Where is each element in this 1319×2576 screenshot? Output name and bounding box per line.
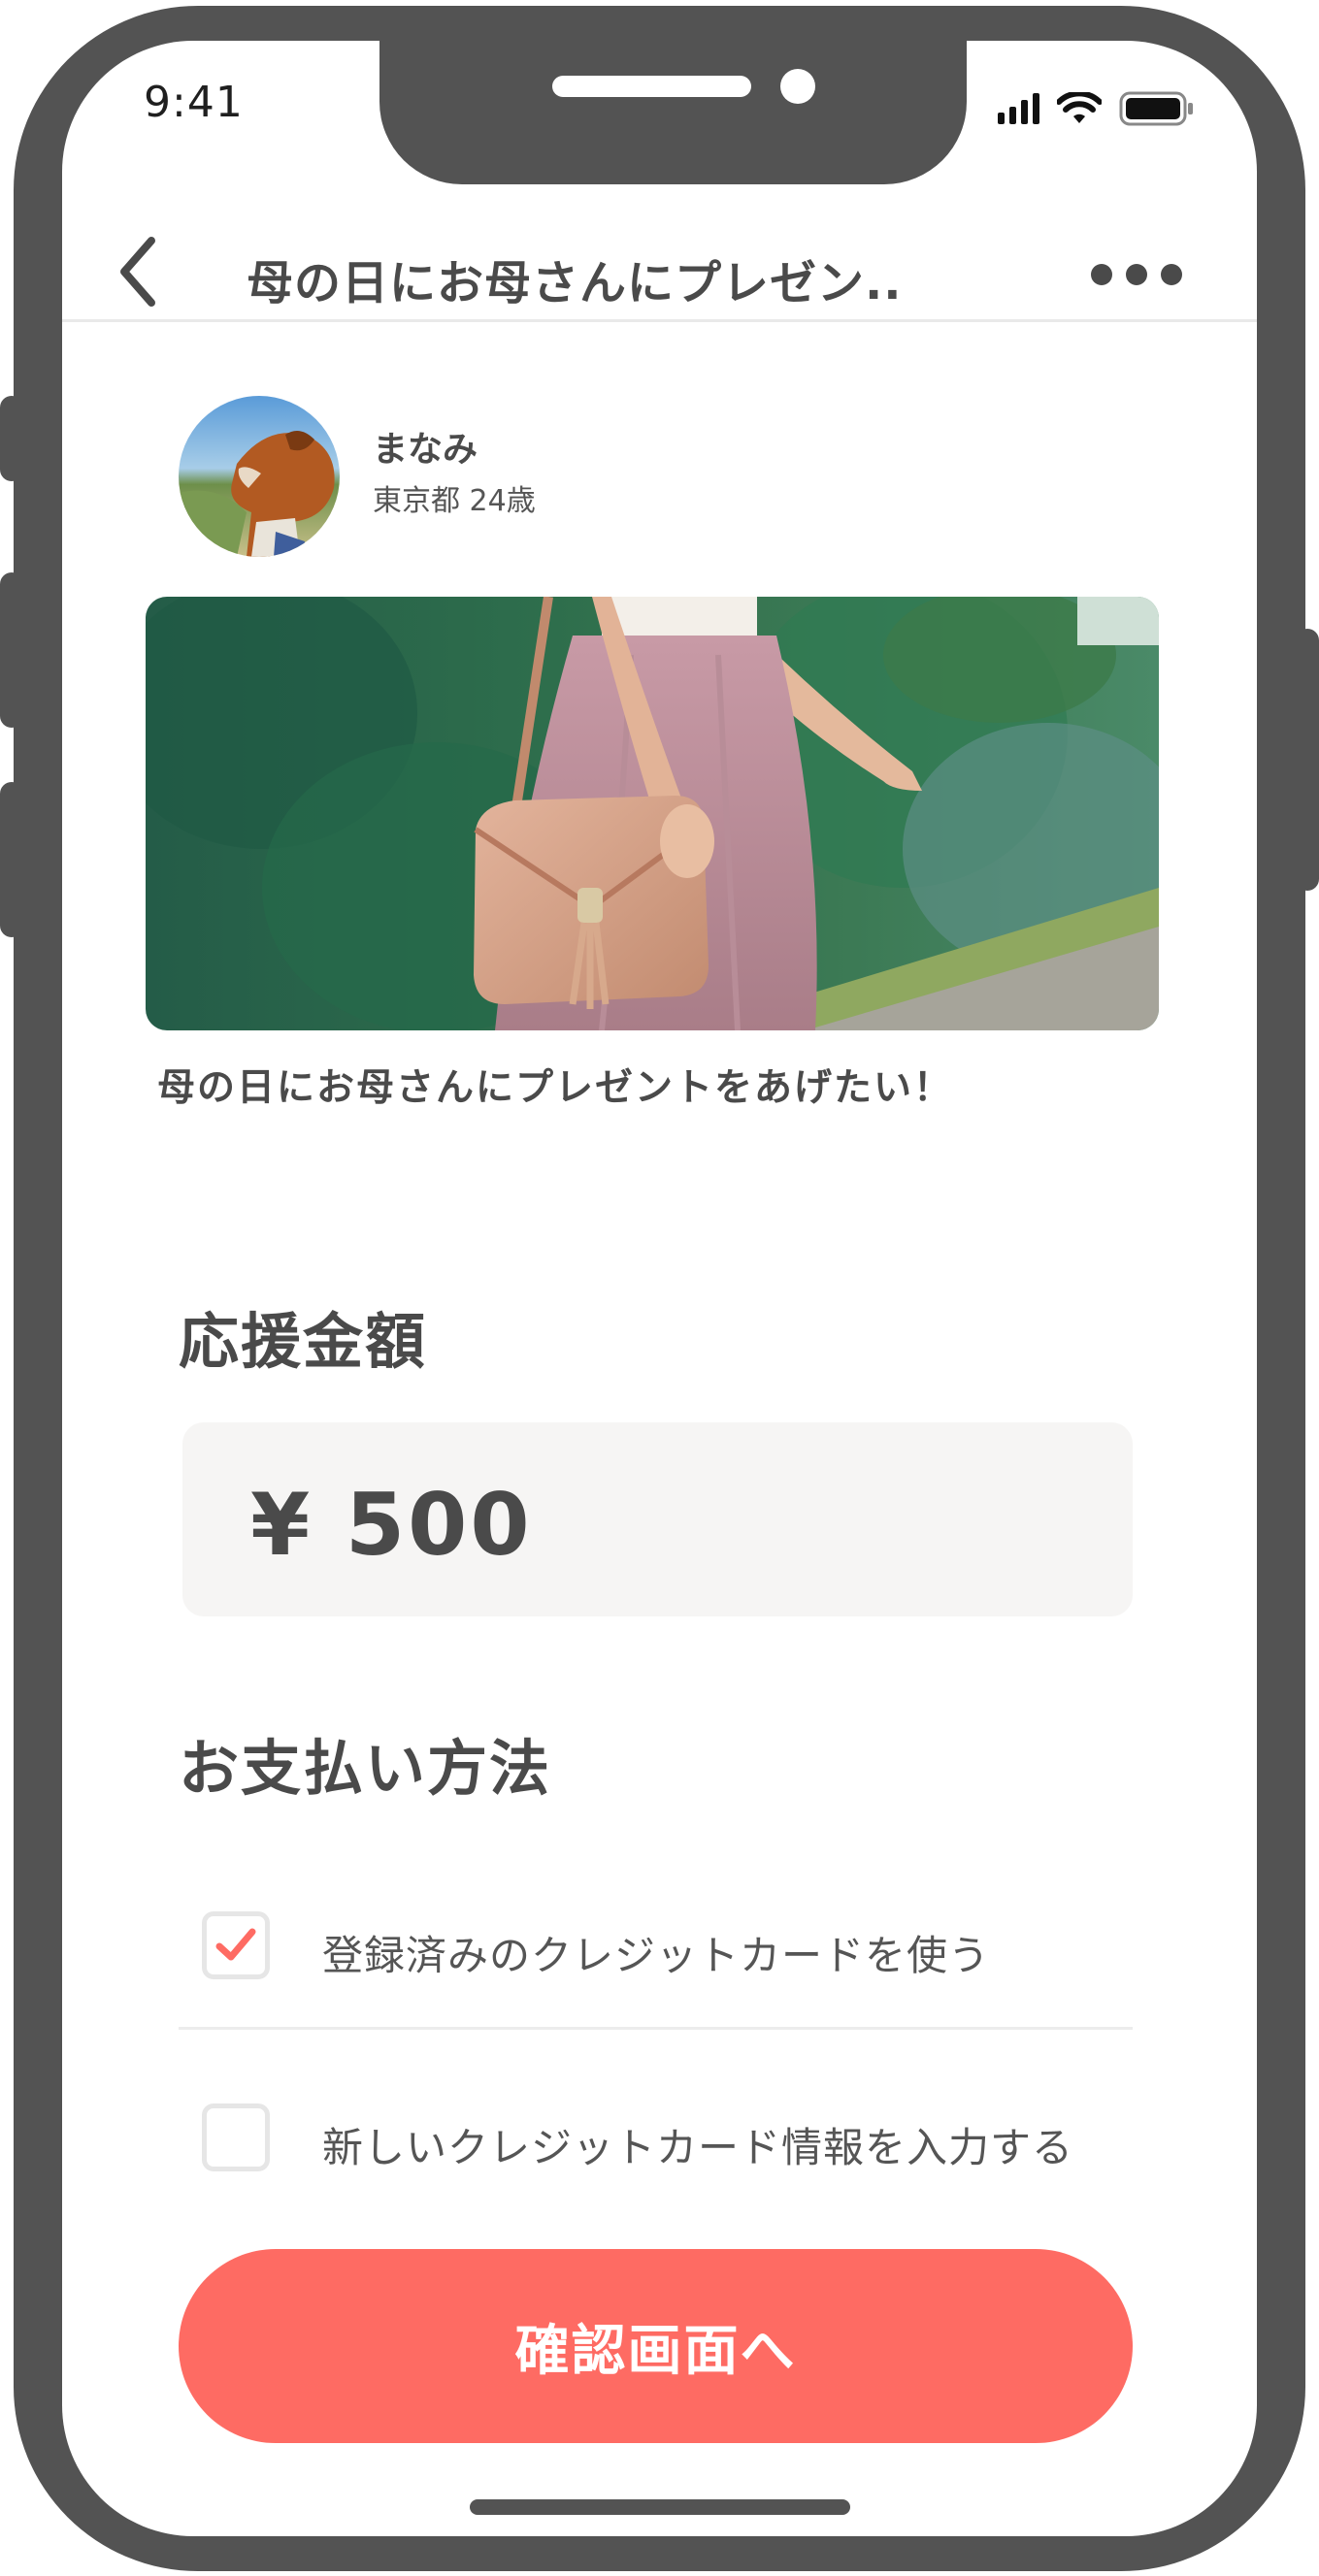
amount-field[interactable]: ¥ 500 xyxy=(182,1422,1133,1616)
payment-option-new-card[interactable]: 新しいクレジットカード情報を入力する xyxy=(179,2034,1133,2199)
wifi-icon xyxy=(1057,92,1102,123)
page-title: 母の日にお母さんにプレゼン.. xyxy=(247,256,903,310)
project-image xyxy=(146,597,1159,1030)
avatar[interactable] xyxy=(179,396,340,557)
status-time: 9:41 xyxy=(144,78,244,127)
more-options-icon[interactable] xyxy=(1091,264,1182,285)
amount-heading: 応援金額 xyxy=(179,1306,428,1377)
payment-option-registered-card[interactable]: 登録済みのクレジットカードを使う xyxy=(179,1859,1133,2030)
amount-value: ¥ 500 xyxy=(250,1475,533,1575)
battery-icon xyxy=(1119,91,1193,126)
payment-option-label: 登録済みのクレジットカードを使う xyxy=(322,1932,991,1979)
confirm-button[interactable]: 確認画面へ xyxy=(179,2249,1133,2443)
user-location-age: 東京都 24歳 xyxy=(373,484,536,518)
phone-frame: 9:41 母の日にお母さんにプレゼン.. まなみ 東京都 24歳 母の日にお母さ… xyxy=(14,6,1305,2571)
post-title: 母の日にお母さんにプレゼントをあげたい！ xyxy=(157,1066,954,1110)
status-icons xyxy=(998,91,1195,126)
front-camera xyxy=(780,69,815,104)
checkbox-unchecked[interactable] xyxy=(202,2103,270,2171)
checkbox-checked[interactable] xyxy=(202,1911,270,1979)
checkmark-icon xyxy=(215,1928,256,1961)
payment-option-label: 新しいクレジットカード情報を入力する xyxy=(322,2124,1074,2171)
speaker xyxy=(552,76,751,97)
back-chevron-icon[interactable] xyxy=(111,233,169,310)
home-indicator[interactable] xyxy=(470,2499,850,2515)
payment-method-heading: お支払い方法 xyxy=(179,1733,552,1804)
cellular-signal-icon xyxy=(998,93,1039,124)
confirm-button-label: 確認画面へ xyxy=(514,2319,797,2381)
screen: 9:41 母の日にお母さんにプレゼン.. まなみ 東京都 24歳 母の日にお母さ… xyxy=(62,41,1257,2536)
notch xyxy=(379,41,967,184)
navigation-bar: 母の日にお母さんにプレゼン.. xyxy=(62,186,1257,322)
user-name: まなみ xyxy=(373,430,478,470)
